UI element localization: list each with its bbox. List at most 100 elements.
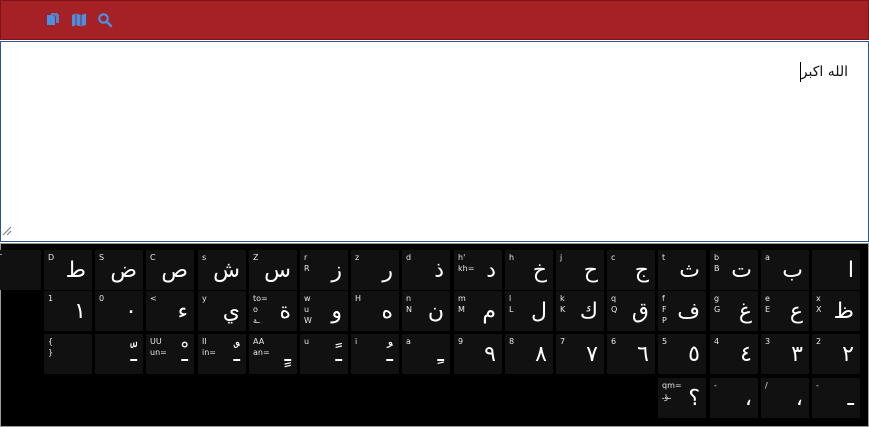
- key-label-top: a: [406, 337, 411, 346]
- keyboard-key[interactable]: UU un= ـْ: [146, 334, 194, 374]
- keyboard-key[interactable]: aب: [761, 250, 809, 290]
- keyboard-key[interactable]: AA an= ـٍ: [249, 334, 297, 374]
- key-label-mid: ـؤـ: [662, 392, 671, 401]
- arabic-keyboard: اaبbBتtثcجjحhخh'kh=دdذzرrRزZسsشCصSضDطTxX…: [0, 243, 869, 427]
- key-label-top: to=: [253, 294, 268, 303]
- keyboard-key[interactable]: tث: [658, 250, 706, 290]
- key-label-top: -: [714, 381, 717, 390]
- text-editor[interactable]: الله اكبر: [0, 41, 869, 242]
- keyboard-key[interactable]: hخ: [505, 250, 553, 290]
- keyboard-key[interactable]: Zس: [249, 250, 297, 290]
- keyboard-key[interactable]: 8٨: [505, 334, 553, 374]
- keyboard-key[interactable]: kK ك: [556, 291, 604, 331]
- keyboard-key[interactable]: 7٧: [556, 334, 604, 374]
- keyboard-key[interactable]: i ـُ: [351, 334, 399, 374]
- key-glyph: م: [482, 299, 496, 324]
- keyboard-key[interactable]: cج: [607, 250, 655, 290]
- key-label-top: e: [765, 294, 770, 303]
- key-glyph: ك: [579, 299, 598, 324]
- key-glyph: ع: [789, 299, 803, 324]
- keyboard-key[interactable]: a ـِ: [402, 334, 450, 374]
- resize-handle[interactable]: [2, 221, 12, 240]
- keyboard-key[interactable]: / ،: [761, 378, 809, 418]
- keyboard-key[interactable]: qQ ق: [607, 291, 655, 331]
- key-label-top: a: [765, 253, 770, 262]
- keyboard-key[interactable]: ا: [812, 250, 860, 290]
- keyboard-key[interactable]: < ء: [146, 291, 194, 331]
- keyboard-key[interactable]: 6٦: [607, 334, 655, 374]
- keyboard-key[interactable]: to= o ـة ة: [249, 291, 297, 331]
- key-label-top: <: [150, 294, 157, 303]
- keyboard-key[interactable]: Sض: [95, 250, 143, 290]
- keyboard-key[interactable]: 4٤: [710, 334, 758, 374]
- key-label-bot: W: [304, 316, 312, 325]
- key-glyph: ز: [331, 258, 342, 283]
- key-label-top: x: [816, 294, 821, 303]
- key-glyph: ي: [222, 299, 240, 324]
- copy-icon[interactable]: [45, 12, 61, 28]
- key-label-top: AA: [253, 337, 265, 346]
- key-glyph: ذ: [434, 258, 444, 283]
- keyboard-key[interactable]: mM م: [454, 291, 502, 331]
- key-glyph: ،: [795, 386, 803, 411]
- key-label-mid: F: [662, 305, 667, 314]
- key-glyph: ب: [782, 258, 803, 283]
- keyboard-key[interactable]: sش: [198, 250, 246, 290]
- keyboard-key[interactable]: 0٠: [95, 291, 143, 331]
- keyboard-key[interactable]: 2٢: [812, 334, 860, 374]
- key-glyph: ٤: [740, 342, 752, 367]
- key-label-top: 4: [714, 337, 720, 346]
- keyboard-key[interactable]: bB ت: [710, 250, 758, 290]
- key-label-bot: P: [662, 316, 667, 325]
- keyboard-key[interactable]: II in= ـٌ: [198, 334, 246, 374]
- key-glyph: ١: [74, 299, 86, 324]
- keyboard-key[interactable]: gG غ: [710, 291, 758, 331]
- keyboard-key[interactable]: lL ل: [505, 291, 553, 331]
- keyboard-key[interactable]: fFP ف: [658, 291, 706, 331]
- key-label-top: 3: [765, 337, 771, 346]
- keyboard-key[interactable]: ـّ: [95, 334, 143, 374]
- keyboard-key[interactable]: jح: [556, 250, 604, 290]
- key-glyph: ـْ: [181, 342, 188, 367]
- key-glyph: ٧: [586, 342, 598, 367]
- keyboard-key[interactable]: zر: [351, 250, 399, 290]
- key-label-mid: o: [253, 305, 258, 314]
- keyboard-key[interactable]: u ـً: [300, 334, 348, 374]
- key-glyph: ٦: [637, 342, 649, 367]
- key-label-top: l: [509, 294, 512, 303]
- keyboard-key[interactable]: 9٩: [454, 334, 502, 374]
- keyboard-key[interactable]: qm= ـؤـ ؟: [658, 378, 706, 418]
- keyboard-key[interactable]: dذ: [402, 250, 450, 290]
- keyboard-key[interactable]: eE ع: [761, 291, 809, 331]
- keyboard-key[interactable]: yي: [198, 291, 246, 331]
- key-glyph: ـِ: [437, 342, 444, 367]
- keyboard-key[interactable]: 3٣: [761, 334, 809, 374]
- key-glyph: ٣: [791, 342, 803, 367]
- key-glyph: ـّ: [130, 342, 137, 367]
- keyboard-key[interactable]: xX ظ: [812, 291, 860, 331]
- key-glyph: ف: [677, 299, 700, 324]
- key-label-mid: L: [509, 305, 514, 314]
- keyboard-key[interactable]: -ـ: [812, 378, 860, 418]
- keyboard-key[interactable]: Dط: [44, 250, 92, 290]
- keyboard-key[interactable]: rR ز: [300, 250, 348, 290]
- keyboard-key[interactable]: 5٥: [658, 334, 706, 374]
- key-label-top: qm=: [662, 381, 682, 390]
- keyboard-key[interactable]: - ،: [710, 378, 758, 418]
- map-icon[interactable]: [71, 12, 87, 28]
- keyboard-key[interactable]: wuW و: [300, 291, 348, 331]
- keyboard-key[interactable]: h' kh= د: [454, 250, 502, 290]
- key-label-top: 7: [560, 337, 566, 346]
- key-label-top: c: [611, 253, 616, 262]
- keyboard-key[interactable]: Cص: [146, 250, 194, 290]
- key-glyph: ء: [177, 299, 188, 324]
- keyboard-key[interactable]: nN ن: [402, 291, 450, 331]
- key-glyph: ه: [381, 299, 393, 324]
- key-label-top: II: [202, 337, 207, 346]
- keyboard-key[interactable]: 1١: [44, 291, 92, 331]
- keyboard-key[interactable]: Hه: [351, 291, 399, 331]
- search-icon[interactable]: [97, 12, 113, 28]
- keyboard-key[interactable]: T: [0, 250, 41, 290]
- key-label-top: 5: [662, 337, 668, 346]
- keyboard-key[interactable]: {}: [44, 334, 92, 374]
